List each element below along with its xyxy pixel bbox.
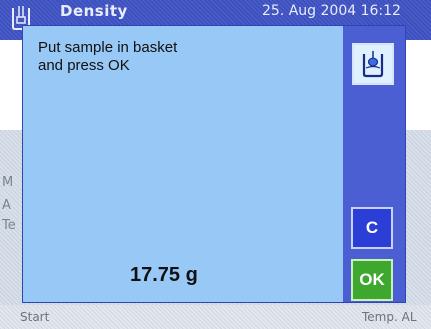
- temp-al-softkey[interactable]: Temp. AL: [362, 310, 417, 324]
- background-label: M: [2, 175, 14, 190]
- ok-button[interactable]: OK: [351, 259, 393, 301]
- screen: Density 25. Aug 2004 16:12 M A Te Start …: [0, 0, 431, 329]
- app-title: Density: [60, 2, 128, 20]
- background-label: Te: [2, 218, 16, 233]
- sample-dialog: Put sample in basket and press OK 17.75 …: [22, 25, 406, 303]
- dialog-message: Put sample in basket and press OK: [38, 39, 178, 74]
- date-time: 25. Aug 2004 16:12: [262, 3, 401, 19]
- weight-readout: 17.75 g: [130, 264, 198, 286]
- cancel-button[interactable]: C: [351, 207, 393, 249]
- basket-in-beaker-icon: [362, 51, 384, 78]
- start-softkey[interactable]: Start: [20, 310, 49, 324]
- background-label: A: [2, 198, 11, 213]
- dialog-button-column: C OK: [343, 26, 405, 302]
- basket-button[interactable]: [352, 43, 394, 85]
